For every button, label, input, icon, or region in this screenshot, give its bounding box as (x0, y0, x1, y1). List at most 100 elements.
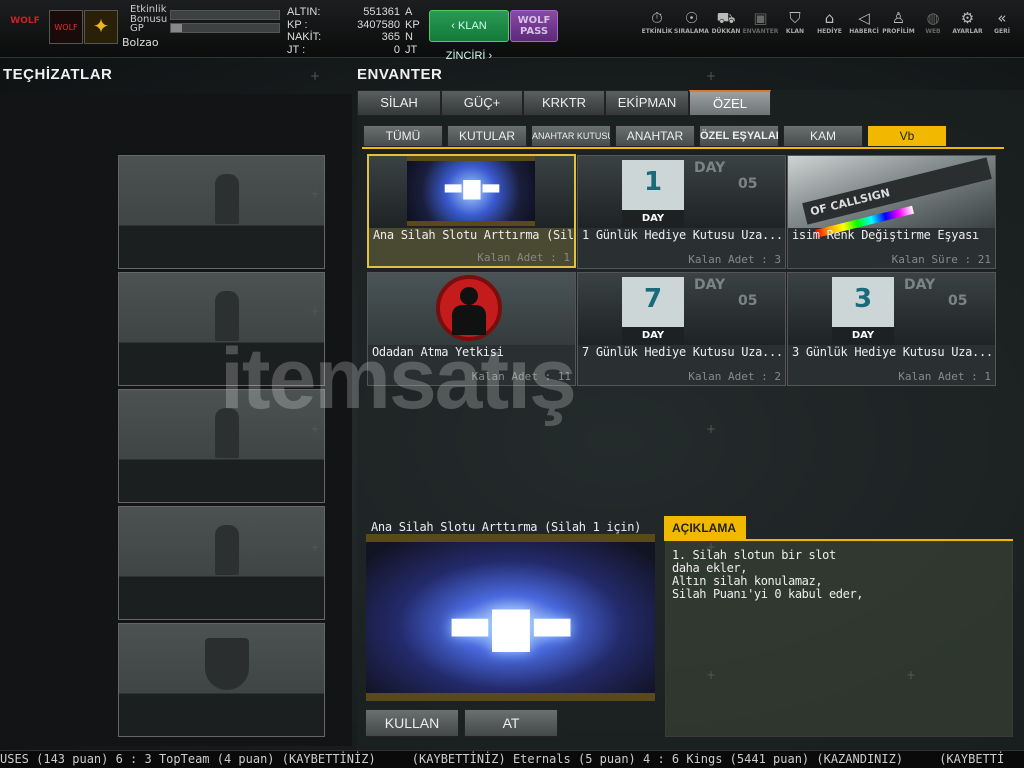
item-image: ▬▆▬ (369, 156, 574, 228)
tab-silah[interactable]: SİLAH (357, 90, 441, 116)
nav-hedi̇ye[interactable]: ⌂ HEDİYE (811, 8, 849, 35)
selected-item-title: Ana Silah Slotu Arttırma (Silah 1 için) (371, 520, 642, 534)
stat-unit: JT (405, 43, 418, 56)
subtab-anahtar-kutusu[interactable]: ANAHTAR KUTUSU (531, 125, 611, 147)
stat-unit: KP (405, 18, 420, 31)
day-ghost-05: 05 (738, 293, 758, 309)
subtab-underline (362, 147, 1004, 149)
nav-etki̇nli̇k[interactable]: ⏱ ETKİNLİK (638, 8, 676, 35)
nav-siralama[interactable]: ☉ SIRALAMA (673, 8, 711, 35)
day-number: 7 (643, 284, 663, 314)
drop-button[interactable]: AT (464, 709, 558, 737)
wolf-pass-button[interactable]: WOLF PASS (510, 10, 558, 42)
rifle-icon: ▬▆▬ (447, 596, 575, 652)
clan-chain-button[interactable]: ‹ KLAN ZİNCİRİ › (429, 10, 509, 62)
inventory-title: ENVANTER (357, 66, 443, 83)
tab-ozel[interactable]: ÖZEL (689, 90, 771, 116)
clan-emblem[interactable]: WOLF (49, 10, 83, 44)
stat-unit: A (405, 6, 413, 18)
item-image: OF CALLSIGN (788, 156, 995, 238)
day-ghost-05: 05 (948, 293, 968, 309)
grenade-icon (215, 525, 239, 575)
nav-ayarlar[interactable]: ⚙ AYARLAR (949, 8, 987, 35)
nav-haberci̇[interactable]: ◁ HABERCİ (845, 8, 883, 35)
item-count: Kalan Adet : 1 (477, 251, 570, 264)
top-bar: WOLF WOLF ✦ Etkinlik Bonusu GP Bolzao AL… (0, 0, 1024, 62)
decor-plus: + (706, 422, 717, 436)
use-button[interactable]: KULLAN (365, 709, 459, 737)
equipment-slot-4[interactable] (118, 506, 325, 620)
nav-geri̇[interactable]: «GERİ (983, 8, 1021, 35)
subtab-kutular[interactable]: KUTULAR (447, 125, 527, 147)
nav-label: ETKİNLİK (641, 28, 673, 35)
subtab-ozel-esyalar[interactable]: ÖZEL EŞYALAR (699, 125, 779, 147)
description-box: 1. Silah slotun bir slot daha ekler, Alt… (665, 541, 1013, 737)
item-image: 1 DAY DAY 05 (578, 156, 785, 228)
decor-plus: + (310, 187, 321, 201)
nav-profi̇li̇m[interactable]: ♙ PROFİLİM (880, 8, 918, 35)
nav-web[interactable]: ◍ WEB (914, 8, 952, 35)
item-card[interactable]: OF CALLSIGN isim Renk Değiştirme Eşyası … (787, 155, 996, 269)
gp-bar (170, 23, 280, 33)
nav-label: KLAN (785, 28, 805, 35)
selected-item-image: ▬▆▬ (366, 534, 655, 701)
grenade-icon (215, 174, 239, 224)
description-line: Silah Puanı'yi 0 kabul eder, (672, 587, 864, 601)
decor-plus: + (706, 540, 717, 554)
nav-label: PROFİLİM (882, 28, 915, 35)
kick-icon-head (460, 287, 478, 305)
subtab-anahtar[interactable]: ANAHTAR (615, 125, 695, 147)
item-count: Kalan Süre : 21 (891, 253, 991, 266)
day-ghost: DAY (904, 277, 936, 293)
day-ghost-05: 05 (738, 176, 758, 192)
clan-chain-label: KLAN ZİNCİRİ (445, 20, 487, 62)
subtab-kam[interactable]: KAM (783, 125, 863, 147)
username: Bolzao (122, 36, 159, 49)
subtab-vb[interactable]: Vb (867, 125, 947, 147)
nav-label: DÜKKAN (711, 28, 741, 35)
shield-icon: ⛉ (789, 9, 801, 27)
decor-plus: + (310, 540, 321, 554)
item-name: 3 Günlük Hediye Kutusu Uza... (792, 345, 992, 359)
stat-label: ALTIN: (287, 6, 321, 18)
decor-plus: + (706, 668, 717, 682)
wolf-logo: WOLF (10, 16, 40, 26)
tab-ekipman[interactable]: EKİPMAN (605, 90, 689, 116)
item-card[interactable]: 1 DAY DAY 05 1 Günlük Hediye Kutusu Uza..… (577, 155, 786, 269)
item-card[interactable]: ▬▆▬ Ana Silah Slotu Arttırma (Sil... Kal… (367, 154, 576, 268)
tab-krktr[interactable]: KRKTR (523, 90, 605, 116)
medal-icon: ☉ (684, 9, 699, 27)
gift-icon: ⌂ (824, 9, 835, 27)
equipment-slot-1[interactable] (118, 155, 325, 269)
etkinlik-bonus-label: Etkinlik Bonusu (130, 4, 168, 25)
item-name: 1 Günlük Hediye Kutusu Uza... (582, 228, 782, 242)
day-word: DAY (622, 210, 684, 228)
stat-unit: N (405, 31, 413, 43)
watermark: itemsatış (220, 331, 577, 427)
nav-dükkan[interactable]: ⛟ DÜKKAN (707, 8, 745, 35)
stat-label: KP : (287, 18, 308, 31)
nav-klan[interactable]: ⛉ KLAN (776, 8, 814, 35)
nav-envanter[interactable]: ▣ ENVANTER (742, 8, 780, 35)
stat-value: 365 (381, 31, 400, 43)
equipment-slot-5[interactable] (118, 623, 325, 737)
stat-label: NAKİT: (287, 31, 322, 43)
day-word: DAY (832, 327, 894, 345)
inventory-icon: ▣ (753, 9, 768, 27)
decor-plus: + (706, 69, 717, 83)
day-number: 3 (853, 284, 873, 314)
decor-plus: + (906, 668, 917, 682)
item-count: Kalan Adet : 1 (898, 370, 991, 383)
globe-icon: ◍ (926, 9, 940, 27)
rifle-icon: ▬▆▬ (442, 175, 502, 200)
tab-guc[interactable]: GÜÇ+ (441, 90, 523, 116)
nav-label: WEB (925, 28, 941, 35)
day-ghost: DAY (694, 160, 726, 176)
match-results-ticker: USES (143 puan) 6 : 3 TopTeam (4 puan) (… (0, 750, 1024, 768)
subtab-tumu[interactable]: TÜMÜ (363, 125, 443, 147)
decor-plus: + (310, 422, 321, 436)
weapon-slot-image: ▬▆▬ (407, 156, 535, 226)
item-count: Kalan Adet : 3 (688, 253, 781, 266)
megaphone-icon: ◁ (858, 9, 870, 27)
callsign-tag: OF CALLSIGN (802, 157, 992, 238)
